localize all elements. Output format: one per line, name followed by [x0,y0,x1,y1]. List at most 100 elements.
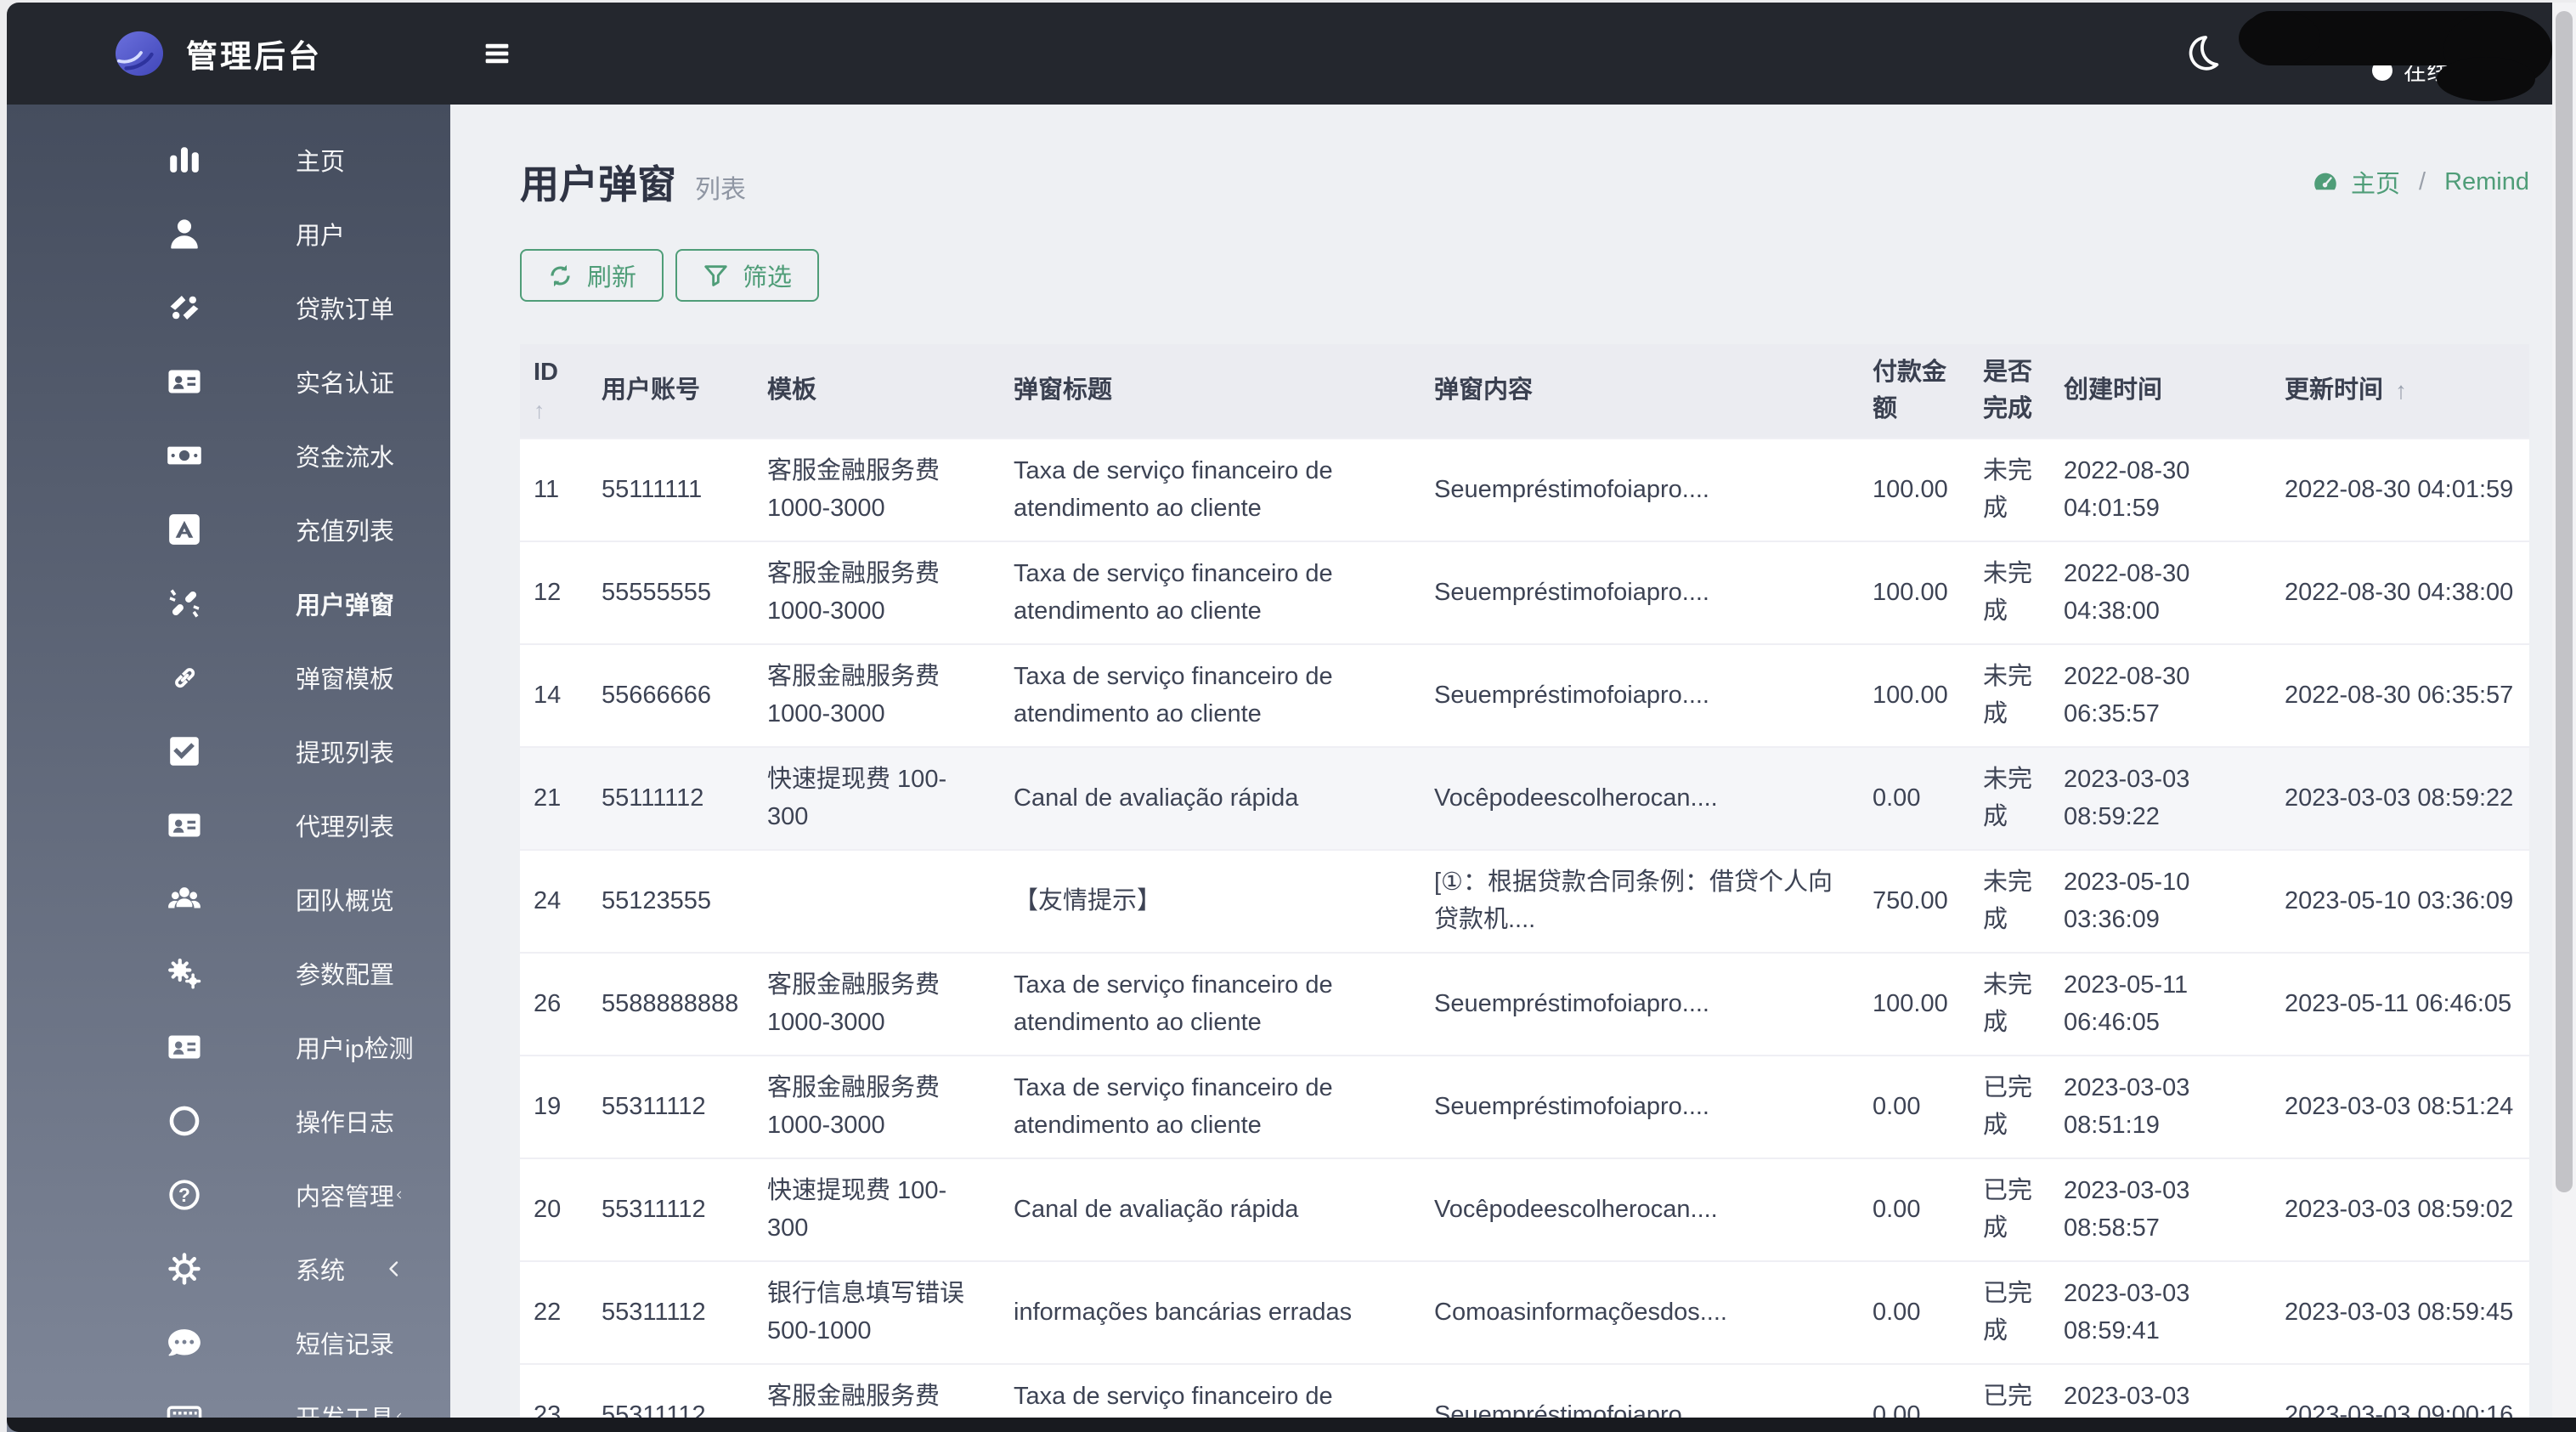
cell-updated: 2023-03-03 08:59:02 [2285,1195,2514,1223]
cell-created: 2023-03-03 08:58:57 [2064,1177,2190,1242]
cell-template: 快速提现费 100-300 [767,766,947,830]
cell-done: 未完成 [1983,971,2033,1036]
hamburger-icon [483,40,511,67]
refresh-icon [547,263,573,289]
breadcrumb: 主页 / Remind [2312,164,2529,200]
cell-account: 55311112 [602,1195,706,1223]
hands-icon [167,290,202,325]
cell-id: 19 [534,1092,562,1120]
sidebar-item-system[interactable]: 系统 [7,1231,450,1305]
user-icon [167,216,202,252]
top-bar: 管理后台 在线 [7,3,2576,105]
cell-amount: 0.00 [1873,1195,1921,1223]
sidebar-item-agent-list[interactable]: 代理列表 [7,788,450,862]
sidebar-item-param-config[interactable]: 参数配置 [7,936,450,1010]
cell-id: 12 [534,578,562,606]
sidebar-item-sms-log[interactable]: 短信记录 [7,1305,450,1379]
cell-content: Vocêpodeescolherocan.... [1434,1195,1718,1223]
breadcrumb-divider: / [2419,167,2426,195]
cell-account: 5588888888 [602,989,739,1017]
column-header-amount: 付款金额 [1873,358,1947,423]
sidebar-item-team-overview[interactable]: 团队概览 [7,862,450,936]
cell-id: 24 [534,886,562,914]
table-row-24[interactable]: 24 55123555 【友情提示】 [①：根据贷款合同条例：借贷个人向贷款机.… [520,849,2529,952]
idcard-icon [167,807,202,843]
sidebar-item-operation-log[interactable]: 操作日志 [7,1084,450,1157]
sidebar-item-funds-flow[interactable]: 资金流水 [7,418,450,492]
table-row-11[interactable]: 11 55111111 客服金融服务费 1000-3000 Taxa de se… [520,438,2529,541]
cell-account: 55111112 [602,784,704,812]
scrollbar-thumb[interactable] [2556,11,2573,1192]
checksquare-icon [167,733,202,769]
cell-created: 2023-03-03 08:59:22 [2064,766,2190,830]
column-header-content: 弹窗内容 [1434,376,1534,405]
sort-asc-icon: ↑ [534,397,545,423]
page-subtitle: 列表 [695,176,746,204]
table-row-22[interactable]: 22 55311112 银行信息填写错误 500-1000 informaçõe… [520,1260,2529,1363]
sidebar-item-loan-orders[interactable]: 贷款订单 [7,270,450,344]
idcard-icon [167,364,202,399]
cell-amount: 100.00 [1873,578,1948,606]
sidebar-item-popup-template[interactable]: 弹窗模板 [7,640,450,714]
hamburger-icon[interactable] [483,40,511,67]
sidebar-item-content-mgmt[interactable]: 内容管理 [7,1157,450,1231]
sidebar-item-recharge-list[interactable]: 充值列表 [7,492,450,566]
cell-created: 2022-08-30 04:38:00 [2064,560,2190,625]
table-row-19[interactable]: 19 55311112 客服金融服务费 1000-3000 Taxa de se… [520,1055,2529,1157]
cell-amount: 0.00 [1873,1092,1921,1120]
gear-icon [167,1251,202,1287]
cell-title: Taxa de serviço financeiro de atendiment… [1014,971,1333,1036]
cell-title: Taxa de serviço financeiro de atendiment… [1014,663,1333,727]
chart-icon [167,142,202,178]
cell-amount: 100.00 [1873,681,1948,709]
cell-updated: 2023-03-03 08:51:24 [2285,1092,2514,1120]
table-row-12[interactable]: 12 55555555 客服金融服务费 1000-3000 Taxa de se… [520,541,2529,643]
sidebar-item-user-popup[interactable]: 用户弹窗 [7,566,450,640]
cell-content: Seuempréstimofoiapro.... [1434,475,1709,503]
cell-title: Taxa de serviço financeiro de atendiment… [1014,1074,1333,1139]
cell-done: 已完成 [1983,1074,2033,1139]
breadcrumb-home[interactable]: 主页 [2351,164,2400,200]
cell-account: 55666666 [602,681,712,709]
cell-content: Comoasinformaçõesdos.... [1434,1298,1727,1326]
cell-amount: 100.00 [1873,475,1948,503]
cell-content: Seuempréstimofoiapro.... [1434,1092,1709,1120]
table-row-14[interactable]: 14 55666666 客服金融服务费 1000-3000 Taxa de se… [520,643,2529,746]
cell-account: 55311112 [602,1298,706,1326]
cell-updated: 2023-03-03 08:59:22 [2285,784,2514,812]
refresh-button[interactable]: 刷新 [520,249,664,302]
cell-title: Canal de avaliação rápida [1014,1195,1299,1223]
column-header-id[interactable]: ID ↑ [520,349,588,433]
dashboard-icon [2312,168,2339,195]
cell-template: 银行信息填写错误 500-1000 [767,1280,965,1344]
table-row-20[interactable]: 20 55311112 快速提现费 100-300 Canal de avali… [520,1157,2529,1260]
cell-done: 未完成 [1983,766,2033,830]
sidebar-item-user-ip-check[interactable]: 用户ip检测 [7,1010,450,1084]
link-icon [167,659,202,695]
table-row-21[interactable]: 21 55111112 快速提现费 100-300 Canal de avali… [520,746,2529,849]
column-header-updated[interactable]: 更新时间 ↑ [2271,367,2529,415]
table-row-26[interactable]: 26 5588888888 客服金融服务费 1000-3000 Taxa de … [520,952,2529,1055]
cell-content: Seuempréstimofoiapro.... [1434,681,1709,709]
cell-amount: 100.00 [1873,989,1948,1017]
cell-amount: 750.00 [1873,886,1948,914]
cell-done: 已完成 [1983,1177,2033,1242]
column-header-done: 是否完成 [1983,358,2033,423]
cell-created: 2023-05-11 06:46:05 [2064,971,2189,1036]
cell-updated: 2023-05-11 06:46:05 [2285,989,2512,1017]
cogs-icon [167,955,202,991]
filter-button[interactable]: 筛选 [675,249,820,302]
cell-id: 14 [534,681,562,709]
cell-updated: 2023-05-10 03:36:09 [2285,886,2514,914]
cell-title: Taxa de serviço financeiro de atendiment… [1014,457,1333,522]
cell-done: 未完成 [1983,869,2033,933]
cell-id: 22 [534,1298,562,1326]
cell-account: 55123555 [602,886,712,914]
sidebar-item-users[interactable]: 用户 [7,196,450,270]
moon-icon[interactable] [2184,33,2223,72]
cell-amount: 0.00 [1873,784,1921,812]
sidebar-item-withdraw-list[interactable]: 提现列表 [7,714,450,788]
cell-created: 2022-08-30 06:35:57 [2064,663,2190,727]
sidebar-item-identity-verify[interactable]: 实名认证 [7,344,450,418]
sidebar-item-home[interactable]: 主页 [7,122,450,196]
